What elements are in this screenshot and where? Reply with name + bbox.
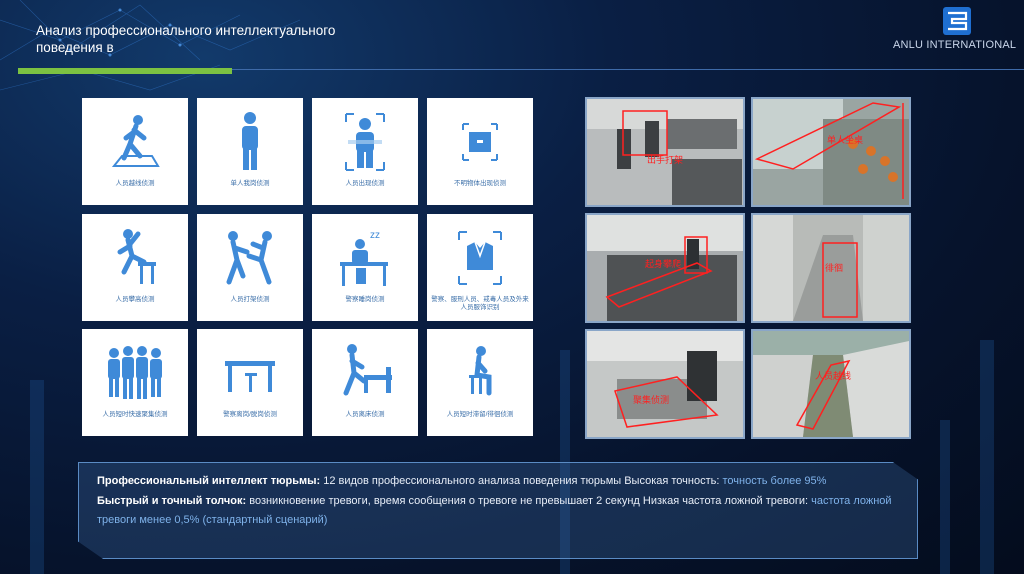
camera-feed-5-image: 聚集侦测: [587, 331, 743, 437]
camera-feed-1-image: 出手打架: [587, 99, 743, 205]
person-leaving-bed-icon: [343, 344, 392, 396]
info-line-1-bold: Профессиональный интеллект тюрьмы:: [97, 475, 321, 487]
camera-feed-6[interactable]: 人员越线: [751, 329, 911, 439]
svg-text:人员越线: 人员越线: [815, 370, 851, 382]
title-accent-bar: [18, 68, 232, 74]
tile-unknown-object: 不明物体出现侦测: [427, 98, 533, 205]
anlu-logo-icon: [943, 7, 971, 35]
svg-text:zz: zz: [370, 230, 380, 241]
info-line-2-highlight: частота ложной: [811, 494, 892, 507]
tile-label: 不明物体出现侦测: [454, 180, 506, 187]
camera-feed-4-image: 徘徊: [753, 215, 909, 321]
camera-feed-4[interactable]: 徘徊: [751, 213, 911, 323]
info-panel: Профессиональный интеллект тюрьмы: 12 ви…: [78, 462, 918, 559]
tile-label: 警察、服刑人员、戒毒人员及外来人员服饰识别: [431, 296, 529, 311]
person-crossing-line-icon: [111, 115, 160, 167]
svg-text:徘徊: 徘徊: [825, 262, 843, 274]
tile-label: 人员越线侦测: [115, 180, 155, 187]
camera-feed-2-image: 单人坐桌: [753, 99, 909, 205]
camera-feed-2[interactable]: 单人坐桌: [751, 97, 911, 207]
svg-text:聚集侦测: 聚集侦测: [633, 394, 669, 406]
tile-label: 警察离岗/脱岗侦测: [223, 411, 277, 418]
camera-feed-3-image: 起身攀爬: [587, 215, 743, 321]
person-in-frame-icon: [345, 113, 385, 171]
box-object-icon: [462, 123, 498, 161]
info-line-1: Профессиональный интеллект тюрьмы: 12 ви…: [97, 472, 899, 492]
person-sitting-icon: [469, 346, 492, 396]
info-line-1-text: 12 видов профессионального анализа повед…: [320, 475, 723, 487]
desk-icon: [225, 361, 275, 392]
page-title: Анализ профессионального интеллектуально…: [36, 23, 336, 55]
camera-feed-1[interactable]: 出手打架: [585, 97, 745, 207]
person-climbing-icon: [117, 229, 156, 284]
tile-person-appear: 人员出现侦测: [312, 98, 418, 205]
tile-label: 人员离床侦测: [345, 411, 385, 418]
svg-text:起身攀爬: 起身攀爬: [645, 258, 681, 270]
tile-label: 人员短时快速聚集侦测: [102, 411, 168, 418]
tile-clothing: 警察、服刑人员、戒毒人员及外来人员服饰识别: [427, 214, 533, 321]
person-standing-icon: [242, 112, 258, 170]
svg-text:单人坐桌: 单人坐桌: [827, 134, 863, 146]
info-line-3: тревоги менее 0,5% (стандартный сценарий…: [97, 511, 899, 531]
info-line-2-text: возникновение тревоги, время сообщения о…: [246, 494, 812, 507]
tile-label: 人员出现侦测: [345, 180, 385, 187]
clothing-icon: [458, 231, 502, 285]
camera-feed-3[interactable]: 起身攀爬: [585, 213, 745, 323]
tile-label: 警察睡岗侦测: [345, 296, 385, 303]
crowd-gathering-icon: [108, 346, 162, 399]
camera-feed-6-image: 人员越线: [753, 331, 909, 437]
info-line-3-highlight: тревоги менее 0,5% (стандартный сценарий…: [97, 514, 328, 526]
camera-feed-5[interactable]: 聚集侦测: [585, 329, 745, 439]
tile-fighting: 人员打架侦测: [197, 214, 303, 321]
info-line-2-bold: Быстрый и точный толчок:: [97, 494, 247, 507]
tile-label: 人员短时滞留/徘徊侦测: [446, 411, 514, 418]
tile-person-climbing: 人员攀高侦测: [82, 214, 188, 321]
logo-text: ANLU INTERNATIONAL: [893, 39, 1017, 51]
tile-label: 人员打架侦测: [230, 296, 270, 303]
tile-label: 单人我岗侦测: [230, 180, 270, 187]
svg-text:出手打架: 出手打架: [647, 154, 683, 166]
tile-label: 人员攀高侦测: [115, 296, 155, 303]
tile-leaving-bed: 人员离床侦测: [312, 329, 418, 436]
tile-person-sitting: 人员短时滞留/徘徊侦测: [427, 329, 533, 436]
guard-sleeping-icon: zz: [340, 230, 388, 286]
tile-desk: 警察离岗/脱岗侦测: [197, 329, 303, 436]
tile-guard-sleeping: zz 警察睡岗侦测: [312, 214, 418, 321]
tile-person-standing: 单人我岗侦测: [197, 98, 303, 205]
tile-crowd-gathering: 人员短时快速聚集侦测: [82, 329, 188, 436]
tile-person-crossing: 人员越线侦测: [82, 98, 188, 205]
people-fighting-icon: [226, 231, 272, 285]
info-line-1-highlight: точность более 95%: [722, 475, 827, 487]
info-line-2: Быстрый и точный толчок: возникновение т…: [97, 492, 899, 512]
